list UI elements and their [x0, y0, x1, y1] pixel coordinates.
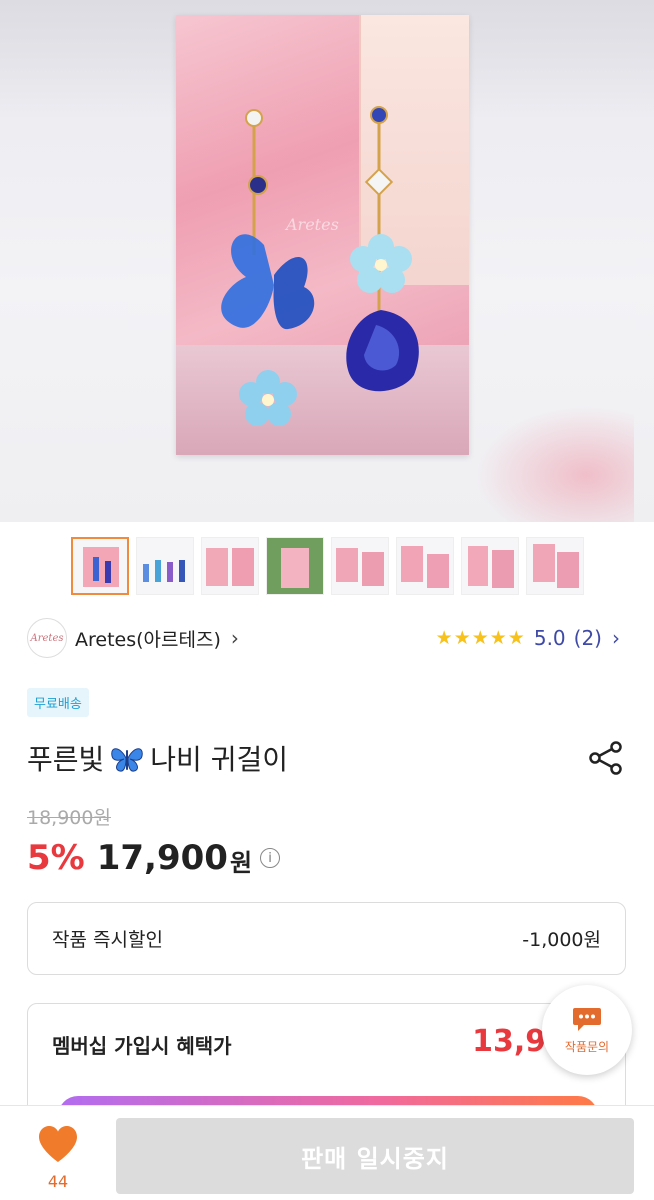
rating-count: (2) [573, 626, 602, 650]
product-title-after: 나비 귀걸이 [150, 743, 288, 776]
sale-price: 5% 17,900 원 i [27, 838, 281, 878]
sale-paused-button[interactable]: 판매 일시중지 [116, 1118, 634, 1194]
original-price: 18,900원 [27, 807, 111, 829]
membership-label: 멤버십 가입시 혜택가 [52, 1034, 232, 1058]
price-unit: 원 [229, 848, 253, 877]
butterfly-icon [111, 748, 143, 772]
thumbnail-1[interactable] [71, 537, 129, 595]
bottom-action-bar: 44 판매 일시중지 [0, 1105, 654, 1200]
thumbnail-3[interactable] [201, 537, 259, 595]
thumbnail-8[interactable] [526, 537, 584, 595]
earrings-illustration [221, 106, 419, 426]
instant-discount-value: -1,000원 [522, 929, 601, 951]
chat-bubble-icon [573, 1007, 601, 1031]
inquiry-label: 작품문의 [564, 1039, 610, 1054]
thumbnail-4[interactable] [266, 537, 324, 595]
thumbnail-5[interactable] [331, 537, 389, 595]
star-rating-icon: ★★★★★ [435, 627, 526, 649]
thumbnail-7[interactable] [461, 537, 519, 595]
chevron-right-icon: › [612, 626, 620, 650]
heart-icon[interactable] [37, 1124, 79, 1164]
thumbnail-2[interactable] [136, 537, 194, 595]
rating-link[interactable]: ★★★★★ 5.0 (2) › [436, 626, 620, 650]
info-icon[interactable]: i [260, 848, 281, 868]
thumbnail-6[interactable] [396, 537, 454, 595]
product-photo-card: Aretes [176, 15, 469, 455]
instant-discount-label: 작품 즉시할인 [52, 929, 163, 951]
decorative-twig [474, 405, 634, 522]
instant-discount-row: 작품 즉시할인 -1,000원 [27, 902, 626, 975]
chevron-right-icon: › [230, 626, 239, 650]
product-main-image[interactable]: Aretes [0, 0, 654, 522]
rating-score: 5.0 [533, 626, 566, 650]
seller-name: Aretes(아르테즈) [75, 628, 221, 651]
thumbnail-strip [71, 537, 584, 595]
product-title: 푸른빛 나비 귀걸이 [27, 738, 288, 778]
seller-link[interactable]: Aretes Aretes(아르테즈) › [27, 618, 239, 658]
free-shipping-badge: 무료배송 [27, 688, 89, 717]
seller-avatar: Aretes [27, 618, 67, 658]
discount-percent: 5% [27, 838, 85, 878]
share-icon[interactable] [588, 740, 624, 776]
product-title-before: 푸른빛 [27, 743, 105, 776]
price-amount: 17,900 [96, 838, 228, 878]
product-inquiry-button[interactable]: 작품문의 [542, 985, 632, 1075]
like-count: 44 [47, 1172, 69, 1191]
